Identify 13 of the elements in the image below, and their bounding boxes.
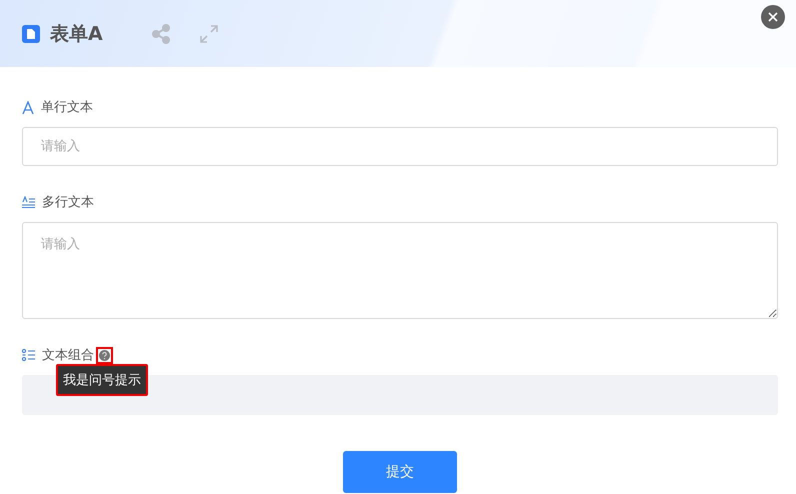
field-label: 文本组合: [42, 347, 94, 364]
input-field[interactable]: 请输入: [22, 127, 778, 166]
document-icon: [22, 24, 40, 42]
list-icon: [22, 349, 35, 361]
text-area[interactable]: 请输入: [22, 222, 778, 319]
close-button[interactable]: [761, 5, 785, 29]
tooltip: 我是问号提示: [56, 364, 148, 396]
letter-icon: [22, 100, 34, 114]
field-label: 单行文本: [41, 99, 93, 116]
text-lines-icon: [22, 196, 35, 208]
submit-button[interactable]: 提交: [343, 451, 457, 493]
form-title: 表单A: [50, 22, 103, 46]
field-label: 多行文本: [42, 194, 94, 211]
